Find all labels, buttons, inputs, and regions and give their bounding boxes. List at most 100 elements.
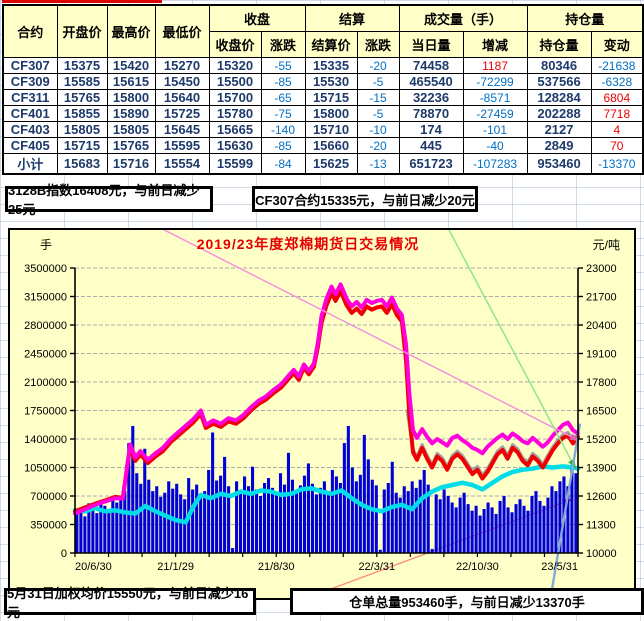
value-cell[interactable]: 7718 (591, 106, 643, 122)
value-cell[interactable]: 15700 (209, 90, 261, 106)
index-summary-text: 3128B指数16408元，与前日减少25元 (8, 180, 210, 218)
value-cell[interactable]: 80346 (527, 58, 591, 74)
value-cell[interactable]: -84 (261, 154, 305, 175)
value-cell[interactable]: 74458 (399, 58, 463, 74)
value-cell[interactable]: 1187 (463, 58, 527, 74)
value-cell[interactable]: 15715 (305, 90, 357, 106)
value-cell[interactable]: 15450 (155, 74, 209, 90)
value-cell[interactable]: 15805 (107, 122, 155, 138)
value-cell[interactable]: 15554 (155, 154, 209, 175)
trendline (155, 230, 578, 440)
value-cell[interactable]: 2127 (527, 122, 591, 138)
index-summary-box: 3128B指数16408元，与前日减少25元 (5, 186, 213, 212)
left-tick-label: 2800000 (24, 320, 67, 332)
value-cell[interactable]: -20 (357, 138, 399, 154)
value-cell[interactable]: -72299 (463, 74, 527, 90)
value-cell[interactable]: -85 (261, 74, 305, 90)
value-cell[interactable]: 78870 (399, 106, 463, 122)
value-cell[interactable]: 15585 (57, 74, 107, 90)
value-cell[interactable]: -20 (357, 58, 399, 74)
value-cell[interactable]: -107283 (463, 154, 527, 175)
value-cell[interactable]: -13370 (591, 154, 643, 175)
x-tick-label: 22/3/31 (358, 561, 395, 573)
value-cell[interactable]: 15270 (155, 58, 209, 74)
value-cell[interactable]: -6328 (591, 74, 643, 90)
right-tick-label: 11300 (586, 520, 616, 532)
value-cell[interactable]: 15595 (155, 138, 209, 154)
value-cell[interactable]: -85 (261, 138, 305, 154)
value-cell[interactable]: 15683 (57, 154, 107, 175)
value-cell[interactable]: 15855 (57, 106, 107, 122)
volume-bar (251, 467, 254, 553)
contract-cell[interactable]: CF405 (3, 138, 57, 154)
volume-bar (247, 486, 250, 553)
value-cell[interactable]: 537566 (527, 74, 591, 90)
value-cell[interactable]: 15630 (209, 138, 261, 154)
x-tick-label: 20/6/30 (75, 561, 112, 573)
value-cell[interactable]: 15710 (305, 122, 357, 138)
value-cell[interactable]: -55 (261, 58, 305, 74)
contract-cell[interactable]: 小计 (3, 154, 57, 175)
column-header: 最高价 (107, 5, 155, 58)
left-axis-unit-label: 手 (40, 236, 52, 253)
volume-bar (419, 480, 422, 553)
value-cell[interactable]: 15780 (209, 106, 261, 122)
value-cell[interactable]: -101 (463, 122, 527, 138)
value-cell[interactable]: 15665 (209, 122, 261, 138)
value-cell[interactable]: 15800 (305, 106, 357, 122)
value-cell[interactable]: 32236 (399, 90, 463, 106)
value-cell[interactable]: -13 (357, 154, 399, 175)
volume-bar (459, 498, 462, 553)
value-cell[interactable]: -75 (261, 106, 305, 122)
value-cell[interactable]: 953460 (527, 154, 591, 175)
value-cell[interactable]: 15765 (107, 138, 155, 154)
value-cell[interactable]: 15335 (305, 58, 357, 74)
value-cell[interactable]: 15615 (107, 74, 155, 90)
volume-bar (215, 481, 218, 553)
value-cell[interactable]: 15805 (57, 122, 107, 138)
value-cell[interactable]: 15599 (209, 154, 261, 175)
contract-cell[interactable]: CF401 (3, 106, 57, 122)
value-cell[interactable]: 445 (399, 138, 463, 154)
value-cell[interactable]: 15765 (57, 90, 107, 106)
value-cell[interactable]: 15375 (57, 58, 107, 74)
value-cell[interactable]: -21638 (591, 58, 643, 74)
contract-cell[interactable]: CF309 (3, 74, 57, 90)
value-cell[interactable]: 15500 (209, 74, 261, 90)
value-cell[interactable]: 15725 (155, 106, 209, 122)
column-header: 结算 (305, 5, 399, 32)
value-cell[interactable]: 128284 (527, 90, 591, 106)
contract-cell[interactable]: CF403 (3, 122, 57, 138)
value-cell[interactable]: 6804 (591, 90, 643, 106)
value-cell[interactable]: -140 (261, 122, 305, 138)
value-cell[interactable]: 15716 (107, 154, 155, 175)
value-cell[interactable]: -15 (357, 90, 399, 106)
value-cell[interactable]: 4 (591, 122, 643, 138)
value-cell[interactable]: 2849 (527, 138, 591, 154)
value-cell[interactable]: -10 (357, 122, 399, 138)
value-cell[interactable]: 15800 (107, 90, 155, 106)
value-cell[interactable]: -5 (357, 106, 399, 122)
value-cell[interactable]: 15890 (107, 106, 155, 122)
value-cell[interactable]: -65 (261, 90, 305, 106)
volume-bar (522, 506, 525, 553)
value-cell[interactable]: 202288 (527, 106, 591, 122)
value-cell[interactable]: 15645 (155, 122, 209, 138)
value-cell[interactable]: 15640 (155, 90, 209, 106)
value-cell[interactable]: 15530 (305, 74, 357, 90)
value-cell[interactable]: 174 (399, 122, 463, 138)
value-cell[interactable]: 70 (591, 138, 643, 154)
contract-cell[interactable]: CF311 (3, 90, 57, 106)
value-cell[interactable]: 15420 (107, 58, 155, 74)
value-cell[interactable]: 15320 (209, 58, 261, 74)
value-cell[interactable]: -40 (463, 138, 527, 154)
value-cell[interactable]: -27459 (463, 106, 527, 122)
value-cell[interactable]: 465540 (399, 74, 463, 90)
contract-cell[interactable]: CF307 (3, 58, 57, 74)
value-cell[interactable]: 651723 (399, 154, 463, 175)
value-cell[interactable]: 15660 (305, 138, 357, 154)
value-cell[interactable]: -5 (357, 74, 399, 90)
value-cell[interactable]: 15715 (57, 138, 107, 154)
value-cell[interactable]: -8571 (463, 90, 527, 106)
value-cell[interactable]: 15625 (305, 154, 357, 175)
